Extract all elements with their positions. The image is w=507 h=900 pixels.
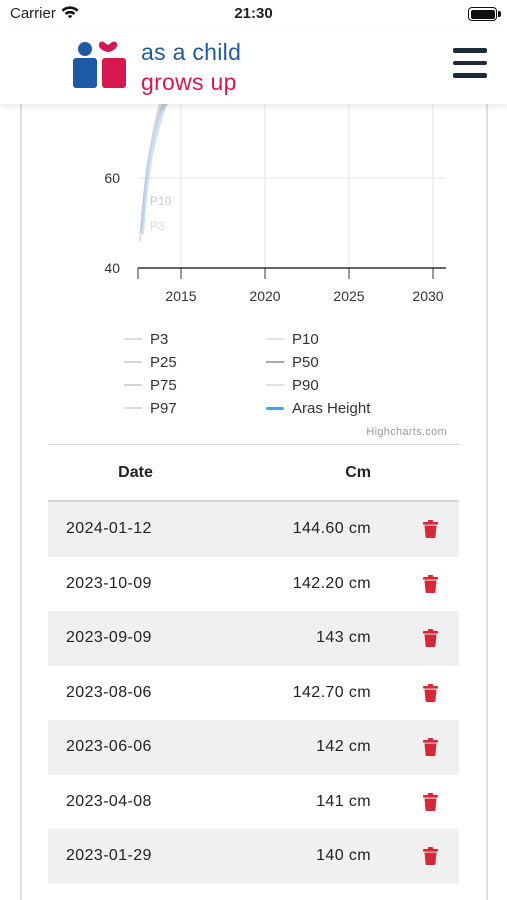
x-tick-label: 2025 xyxy=(333,288,364,304)
clock: 21:30 xyxy=(234,5,273,22)
table-row: 2023-01-29 140 cm xyxy=(48,829,459,884)
battery-icon xyxy=(468,7,501,21)
delete-row-button[interactable] xyxy=(371,629,459,648)
legend-label: Aras Height xyxy=(292,399,371,417)
family-logo-icon[interactable] xyxy=(72,40,128,92)
delete-row-button[interactable] xyxy=(371,738,459,757)
legend-label: P50 xyxy=(292,353,319,371)
trash-icon[interactable] xyxy=(422,792,438,811)
table-row: 2023-04-08 141 cm xyxy=(48,775,459,830)
legend-line-icon xyxy=(266,406,284,410)
table-header-row: Date Cm xyxy=(48,445,459,502)
cell-cm: 142.20 cm xyxy=(292,574,371,592)
legend-item-p10[interactable]: P10 xyxy=(266,328,319,350)
cell-date: 2023-08-06 xyxy=(66,683,152,701)
y-tick-label: 40 xyxy=(104,260,120,276)
cell-date: 2023-09-09 xyxy=(66,629,152,647)
cell-date: 2023-06-06 xyxy=(66,738,152,756)
growth-chart: 2015 2020 2025 2030 40 60 P10 P3 xyxy=(104,104,446,304)
legend-line-icon xyxy=(266,338,284,340)
legend-line-icon xyxy=(124,361,142,363)
cell-date: 2023-01-29 xyxy=(66,847,152,865)
brand-logo-text[interactable]: as a child grows up xyxy=(141,37,241,97)
main-content: 2015 2020 2025 2030 40 60 P10 P3 P3 P10 … xyxy=(0,104,507,900)
table-row: 2023-08-06 142.70 cm xyxy=(48,666,459,721)
delete-row-button[interactable] xyxy=(371,792,459,811)
column-header-cm: Cm xyxy=(345,463,371,481)
delete-row-button[interactable] xyxy=(371,847,459,866)
delete-row-button[interactable] xyxy=(371,574,459,593)
cell-date: 2023-04-08 xyxy=(66,792,152,810)
hamburger-menu-icon[interactable] xyxy=(453,48,487,78)
column-header-date: Date xyxy=(118,463,153,481)
legend-item-p75[interactable]: P75 xyxy=(124,374,177,396)
legend-item-p90[interactable]: P90 xyxy=(266,374,319,396)
trash-icon[interactable] xyxy=(422,683,438,702)
trash-icon[interactable] xyxy=(422,738,438,757)
legend-item-p25[interactable]: P25 xyxy=(124,351,177,373)
legend-item-p97[interactable]: P97 xyxy=(124,397,177,419)
cell-date: 2023-10-09 xyxy=(66,574,152,592)
cell-cm: 140 cm xyxy=(316,847,371,865)
cell-cm: 141 cm xyxy=(316,792,371,810)
x-tick-marks xyxy=(137,268,434,279)
legend-line-icon xyxy=(266,361,284,363)
cell-cm: 144.60 cm xyxy=(292,520,371,538)
table-row: 2023-10-09 142.20 cm xyxy=(48,557,459,612)
delete-row-button[interactable] xyxy=(371,683,459,702)
trash-icon[interactable] xyxy=(422,574,438,593)
legend-label: P97 xyxy=(150,399,177,417)
trash-icon[interactable] xyxy=(422,847,438,866)
legend-item-aras-height[interactable]: Aras Height xyxy=(266,397,370,419)
y-tick-label: 60 xyxy=(104,170,120,186)
logo-line-2: grows up xyxy=(141,69,237,95)
chart-credits[interactable]: Highcharts.com xyxy=(366,426,447,438)
trash-icon[interactable] xyxy=(422,520,438,539)
chart-grid-x xyxy=(180,104,434,268)
cell-date: 2024-01-12 xyxy=(66,520,152,538)
cell-cm: 142 cm xyxy=(316,738,371,756)
legend-line-icon xyxy=(124,384,142,386)
trash-icon[interactable] xyxy=(422,629,438,648)
legend-item-p3[interactable]: P3 xyxy=(124,328,168,350)
legend-line-icon xyxy=(266,384,284,386)
legend-item-p50[interactable]: P50 xyxy=(266,351,319,373)
cell-cm: 142.70 cm xyxy=(292,683,371,701)
series-annotation-p10: P10 xyxy=(150,194,172,208)
aras-height-series-line xyxy=(140,104,168,235)
x-tick-label: 2030 xyxy=(412,288,443,304)
measurements-table: Date Cm 2024-01-12 144.60 cm 2023-10-09 142… xyxy=(48,444,459,884)
table-row: 2023-06-06 142 cm xyxy=(48,720,459,775)
x-tick-label: 2020 xyxy=(249,288,280,304)
legend-label: P3 xyxy=(150,330,169,348)
legend-label: P25 xyxy=(150,353,177,371)
legend-label: P10 xyxy=(292,330,319,348)
legend-label: P75 xyxy=(150,376,177,394)
app-header: as a child grows up xyxy=(0,28,507,104)
legend-line-icon xyxy=(124,407,142,409)
table-body: 2024-01-12 144.60 cm 2023-10-09 142.20 cm 20… xyxy=(48,502,459,884)
cell-cm: 143 cm xyxy=(316,629,371,647)
legend-line-icon xyxy=(124,338,142,340)
status-bar: Carrier 21:30 xyxy=(0,0,507,28)
logo-line-1: as a child xyxy=(141,39,242,65)
table-row: 2024-01-12 144.60 cm xyxy=(48,502,459,557)
table-row: 2023-09-09 143 cm xyxy=(48,611,459,666)
legend-label: P90 xyxy=(292,376,319,394)
x-tick-label: 2015 xyxy=(165,288,196,304)
series-annotation-p3: P3 xyxy=(150,219,165,233)
delete-row-button[interactable] xyxy=(371,520,459,539)
